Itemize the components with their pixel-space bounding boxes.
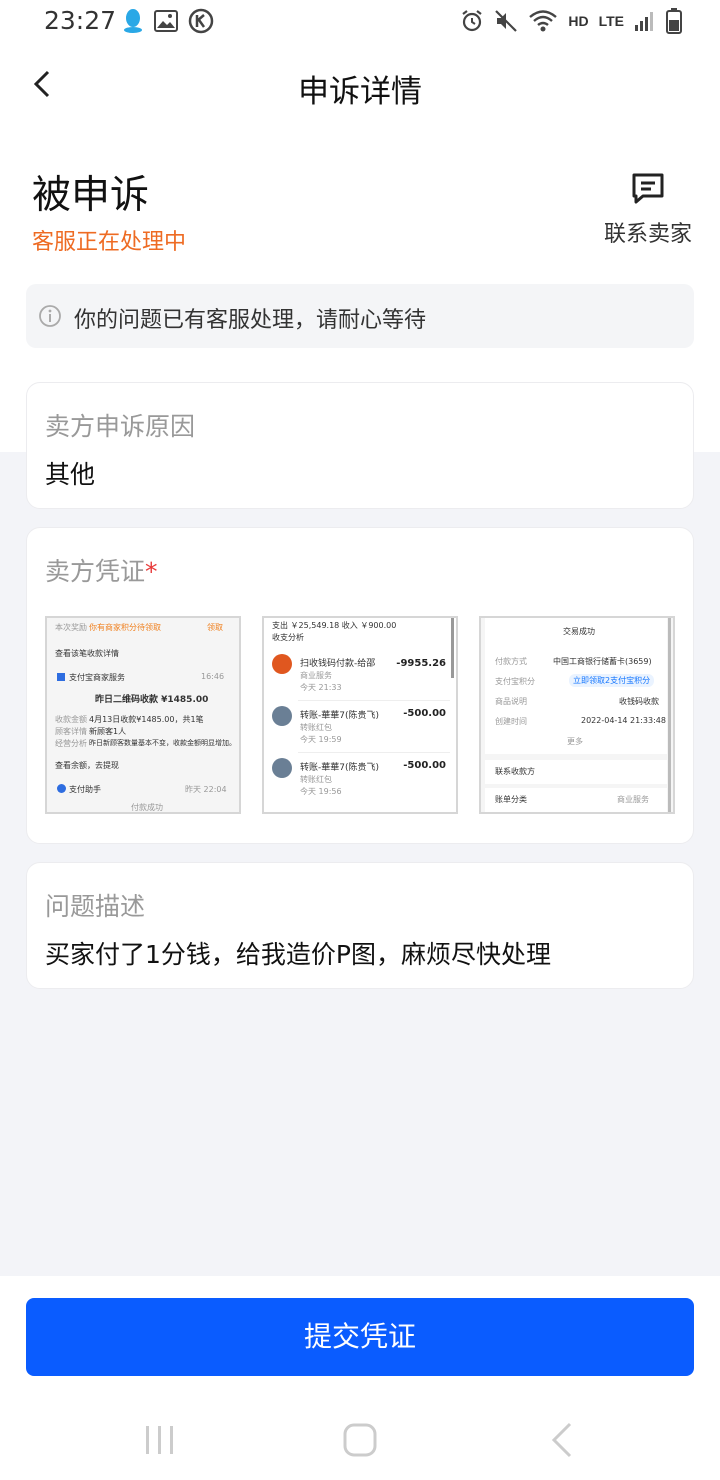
- appeal-reason-value: 其他: [45, 460, 96, 489]
- thumb-text: 昨日新顾客数量基本不变，收款金额明显增加。: [89, 739, 236, 747]
- hd-indicator: HD: [568, 13, 589, 29]
- thumb-text: 支付宝商家服务: [69, 673, 125, 682]
- signal-icon: [635, 12, 653, 31]
- status-bar: 23:27 HD LTE: [0, 0, 720, 44]
- thumb-text: 支出 ￥25,549.18 收入 ￥900.00: [272, 621, 397, 630]
- user-avatar: [272, 706, 292, 726]
- app-icon: [57, 673, 65, 681]
- thumb-text: 商业服务: [300, 671, 332, 680]
- app-icon: [57, 784, 66, 793]
- thumb-text: 16:46: [201, 672, 225, 681]
- user-avatar: [272, 758, 292, 778]
- thumb-text: 查看余额，去提现: [55, 761, 119, 770]
- notice-text: 你的问题已有客服处理，请耐心等待: [74, 308, 427, 333]
- thumb-text: -500.00: [403, 760, 446, 771]
- thumb-text: 商业服务: [617, 795, 649, 804]
- info-icon: [39, 305, 61, 327]
- thumb-text: 中国工商银行储蓄卡(3659): [553, 657, 652, 666]
- thumb-text: 扫收钱码付款-给邵: [300, 659, 376, 669]
- thumb-text: 4月13日收款¥1485.00，共1笔: [89, 715, 204, 724]
- message-icon: [632, 173, 664, 204]
- required-mark: *: [145, 557, 158, 586]
- home-icon[interactable]: [342, 1420, 378, 1460]
- appeal-status-title: 被申诉: [32, 173, 150, 218]
- battery-icon: [666, 8, 682, 34]
- appeal-reason-card: 卖方申诉原因 其他: [26, 382, 694, 509]
- nav-bar: 申诉详情: [0, 52, 720, 116]
- thumb-text: 收支分析: [272, 633, 304, 642]
- scrollbar: [451, 618, 454, 678]
- evidence-image-1[interactable]: 本次奖励 你有商家积分待领取 领取 查看该笔收款详情 支付宝商家服务 16:46…: [45, 616, 241, 814]
- thumb-text: 创建时间: [495, 717, 527, 726]
- submit-evidence-button[interactable]: 提交凭证: [26, 1298, 694, 1376]
- appeal-reason-label: 卖方申诉原因: [45, 412, 196, 441]
- thumb-text: 昨天 22:04: [185, 785, 227, 794]
- thumb-text: 付款方式: [495, 657, 527, 666]
- thumb-text: 交易成功: [563, 627, 595, 636]
- problem-description-card: 问题描述 买家付了1分钱，给我造价P图，麻烦尽快处理: [26, 862, 694, 989]
- notice-banner: 你的问题已有客服处理，请耐心等待: [26, 284, 694, 348]
- recents-icon[interactable]: [144, 1420, 176, 1460]
- thumb-text: 领取: [207, 623, 223, 632]
- thumb-text: 立即领取2支付宝积分: [569, 674, 655, 687]
- thumb-text: 转账-華華7(陈贵飞): [300, 711, 379, 721]
- thumb-text: 收钱码收款: [619, 697, 659, 706]
- thumb-text: 转账-華華7(陈贵飞): [300, 763, 379, 773]
- thumb-text: -9955.26: [396, 658, 446, 669]
- thumb-text: 经营分析: [55, 739, 87, 748]
- thumb-text: 付款成功: [131, 803, 163, 812]
- wifi-icon: [529, 10, 558, 32]
- page-title: 申诉详情: [298, 74, 422, 110]
- thumb-text: 查看该笔收款详情: [55, 649, 119, 658]
- thumb-text: 转账红包: [300, 775, 332, 784]
- thumb-text: 支付宝积分: [495, 677, 535, 686]
- thumb-text: 更多: [567, 737, 583, 746]
- qq-icon: [124, 9, 142, 33]
- thumb-text: 转账红包: [300, 723, 332, 732]
- contact-seller-button[interactable]: 联系卖家: [600, 172, 696, 248]
- alarm-icon: [462, 10, 483, 32]
- thumb-text: 你有商家积分待领取: [89, 623, 161, 632]
- image-icon: [154, 10, 178, 32]
- thumb-text: 本次奖励: [55, 623, 87, 632]
- lte-indicator: LTE: [598, 13, 624, 29]
- thumb-text: 顾客详情: [55, 727, 87, 736]
- thumb-text: 账单分类: [495, 795, 527, 804]
- thumb-text: 昨日二维码收款 ¥1485.00: [95, 695, 209, 705]
- evidence-card: 卖方凭证* 本次奖励 你有商家积分待领取 领取 查看该笔收款详情 支付宝商家服务…: [26, 527, 694, 844]
- k-icon: [188, 8, 214, 34]
- thumb-text: 今天 21:33: [300, 683, 342, 692]
- status-time: 23:27: [44, 6, 117, 35]
- mute-icon: [495, 10, 518, 32]
- back-icon[interactable]: [548, 1420, 576, 1460]
- thumb-text: -500.00: [403, 708, 446, 719]
- contact-seller-label: 联系卖家: [603, 222, 692, 247]
- thumb-text: 新顾客1人: [89, 727, 127, 736]
- thumb-text: 今天 19:56: [300, 787, 342, 796]
- thumb-text: 支付助手: [69, 785, 101, 794]
- thumb-text: 2022-04-14 21:33:48: [581, 716, 666, 725]
- appeal-status-subtitle: 客服正在处理中: [32, 230, 187, 255]
- evidence-image-3[interactable]: 交易成功 付款方式 中国工商银行储蓄卡(3659) 支付宝积分 立即领取2支付宝…: [479, 616, 675, 814]
- problem-description-value: 买家付了1分钱，给我造价P图，麻烦尽快处理: [45, 940, 551, 969]
- merchant-avatar: [272, 654, 292, 674]
- evidence-label: 卖方凭证*: [45, 557, 158, 586]
- problem-description-label: 问题描述: [45, 892, 146, 921]
- evidence-image-2[interactable]: 支出 ￥25,549.18 收入 ￥900.00 收支分析 扫收钱码付款-给邵 …: [262, 616, 458, 814]
- thumb-text: 商品说明: [495, 697, 527, 706]
- thumb-text: 今天 19:59: [300, 735, 342, 744]
- thumb-text: 联系收款方: [495, 767, 535, 776]
- thumb-text: 收款金额: [55, 715, 87, 724]
- scrollbar: [668, 618, 671, 812]
